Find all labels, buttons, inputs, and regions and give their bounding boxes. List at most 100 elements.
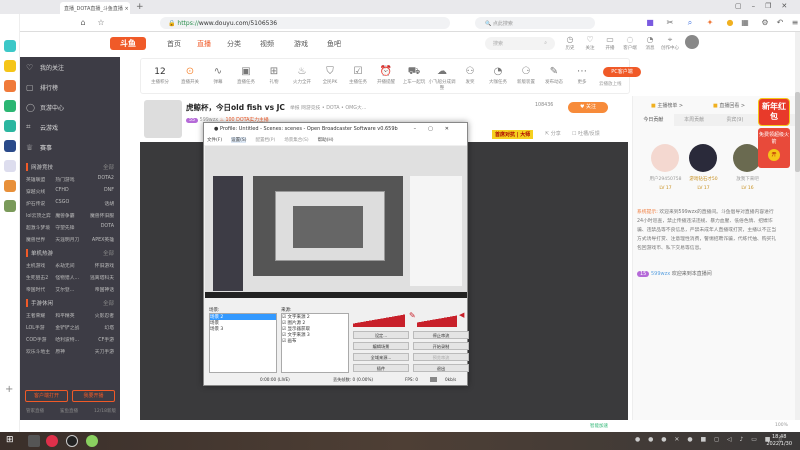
category-link[interactable]: 天涯明月刀 xyxy=(55,236,84,243)
footer-link[interactable]: 鲨鱼直播 xyxy=(60,408,78,414)
start-broadcast-button[interactable]: 我要开播 xyxy=(72,390,115,402)
favorites-icon[interactable] xyxy=(4,60,16,72)
system-tray[interactable]: ● ● ● ✕ ● ■ ◻ ◁ ♪ ▭ ■ ▯ xyxy=(635,436,785,443)
add-icon[interactable]: + xyxy=(5,384,13,395)
category-link[interactable]: 生死狙击2 xyxy=(26,274,55,281)
category-link[interactable]: 火影忍者 xyxy=(85,312,114,319)
zoom-level[interactable]: 100% xyxy=(775,423,788,428)
speaker-icon[interactable]: ◀ xyxy=(459,311,464,319)
feedback-button[interactable]: ☐ 吐槽/反馈 xyxy=(572,130,600,137)
category-link[interactable]: DOTA xyxy=(85,224,114,231)
category-link[interactable]: 魔兽世界 xyxy=(26,236,55,243)
clock[interactable]: 18:48 2022/1/30 xyxy=(766,434,792,448)
source-item[interactable]: ☑ 画布 xyxy=(282,338,348,344)
app-icon[interactable] xyxy=(4,140,16,152)
nav-live[interactable]: 直播 xyxy=(197,39,211,49)
nav-category[interactable]: 分类 xyxy=(227,39,241,49)
section-header[interactable]: 网游竞技 全部 xyxy=(26,163,114,171)
category-link[interactable]: 魔兽怀旧服 xyxy=(85,212,114,219)
category-link[interactable]: 艾尔登... xyxy=(55,286,84,293)
mic-icon[interactable]: ✎ xyxy=(409,311,416,320)
toolbar-item[interactable]: ⚆ 新版装置 xyxy=(511,65,541,85)
category-link[interactable]: 帝国神话 xyxy=(85,286,114,293)
client-button[interactable]: ◌ 客户端 xyxy=(620,35,640,51)
category-link[interactable]: 和平精英 xyxy=(55,312,84,319)
category-link[interactable]: 幻塔 xyxy=(85,324,114,331)
sidebar-item-events[interactable]: ♕ 赛事 xyxy=(26,137,114,157)
taskbar-app-icon[interactable] xyxy=(28,435,40,447)
apps-icon[interactable]: ▦ xyxy=(740,18,750,28)
category-link[interactable]: CSGO xyxy=(55,200,84,207)
fan-name[interactable]: 游戏钻石才50 xyxy=(681,176,726,182)
taskbar-app-icon[interactable] xyxy=(46,435,58,447)
undo-icon[interactable]: ↶ xyxy=(775,18,785,28)
toolbar-item[interactable]: ⋯ 更多 xyxy=(567,65,597,85)
star-icon[interactable]: ☆ xyxy=(96,18,106,28)
toolbar-item[interactable]: ⛉ 全民PK xyxy=(315,65,345,85)
tab-week[interactable]: 本周贡献 xyxy=(674,114,715,126)
obs-button[interactable]: 插件 xyxy=(353,364,409,372)
obs-button[interactable]: 预览串流 xyxy=(413,353,469,361)
category-link[interactable]: 王者荣耀 xyxy=(26,312,55,319)
page-scrollbar[interactable] xyxy=(795,32,800,422)
app-icon[interactable] xyxy=(4,160,16,172)
category-link[interactable]: 永劫无间 xyxy=(55,262,84,269)
category-link[interactable]: 哈利波特... xyxy=(55,336,84,343)
toolbar-item[interactable]: ⛟ 上车一起玩 xyxy=(399,65,429,85)
shield-icon[interactable]: ● xyxy=(725,18,735,28)
toolbar-item[interactable]: ⏰ 开播提醒 xyxy=(371,65,401,85)
zoom-icon[interactable]: ⌕ xyxy=(685,18,695,28)
menu-icon[interactable]: ≡ xyxy=(790,18,800,28)
obs-button[interactable]: 停止串流 xyxy=(413,331,469,339)
category-link[interactable]: 英雄联盟 xyxy=(26,176,55,183)
sidebar-item-ranking[interactable]: ▢ 排行榜 xyxy=(26,77,114,97)
obs-button[interactable]: 设定... xyxy=(353,331,409,339)
follow-button[interactable]: ♡ 关注 xyxy=(580,35,600,51)
obs-button[interactable]: 全域来源... xyxy=(353,353,409,361)
sidebar-item-cloud-games[interactable]: ⌗ 云游戏 xyxy=(26,117,114,137)
accelerate-toggle[interactable]: 智能加速 xyxy=(590,423,608,429)
game-app-icon[interactable] xyxy=(4,200,16,212)
category-link[interactable]: 怀旧游戏 xyxy=(85,262,114,269)
toolbar-item[interactable]: ∿ 弹幕 xyxy=(203,65,233,85)
category-link[interactable]: 炉石传说 xyxy=(26,200,55,207)
scene-item[interactable]: 场景 3 xyxy=(210,326,276,332)
obs-taskbar-icon[interactable] xyxy=(66,435,78,447)
toolbar-item[interactable]: ⊙ 直播开关 xyxy=(175,65,205,85)
menu-help[interactable]: 帮助(H) xyxy=(318,137,334,143)
category-link[interactable]: APEX英雄 xyxy=(85,236,114,243)
window-controls[interactable]: –▢✕ xyxy=(414,126,461,132)
settings-icon[interactable]: ⚙ xyxy=(760,18,770,28)
weibo-icon[interactable] xyxy=(4,80,16,92)
broadcast-button[interactable]: ▭ 开播 xyxy=(600,35,620,51)
scenes-list[interactable]: 场景 2 场景 场景 3 xyxy=(209,313,277,373)
cut-icon[interactable]: ✂ xyxy=(665,18,675,28)
red-packet-widget[interactable]: 新年红包 免费领超级火箭 开 xyxy=(758,98,790,176)
sidebar-app-icon[interactable] xyxy=(4,40,16,52)
category-link[interactable]: 守望先锋 xyxy=(55,224,84,231)
douyu-logo[interactable]: 斗鱼 xyxy=(110,37,146,50)
windows-start-icon[interactable]: ⊞ xyxy=(6,435,14,445)
footer-link[interactable]: 管家直播 xyxy=(26,408,44,414)
category-link[interactable]: 主机游戏 xyxy=(26,262,55,269)
game-icon[interactable]: ✦ xyxy=(705,18,715,28)
report-link[interactable]: 举报 xyxy=(290,106,300,111)
footer-link[interactable]: 12/18新版 xyxy=(94,408,116,414)
game-app-icon[interactable] xyxy=(4,180,16,192)
category-link[interactable]: 金铲铲之战 xyxy=(55,324,84,331)
user-avatar[interactable] xyxy=(685,35,699,49)
room-thumbnail[interactable] xyxy=(144,100,182,138)
obs-button[interactable]: 退出 xyxy=(413,364,469,372)
fan-name[interactable]: 放我下来吧 xyxy=(725,176,770,182)
menu-settings[interactable]: 设置(S) xyxy=(231,137,247,143)
nav-video[interactable]: 视频 xyxy=(260,39,274,49)
toolbar-item[interactable]: ◔ 大咖任务 xyxy=(483,65,513,85)
category-link[interactable]: COD手游 xyxy=(26,336,55,343)
category-link[interactable]: LOL手游 xyxy=(26,324,55,331)
toolbar-item[interactable]: ☑ 主播任务 xyxy=(343,65,373,85)
browser-search-input[interactable]: 🔍 点此搜索 xyxy=(475,17,595,29)
toolbar-item[interactable]: ♨ 火力全开 xyxy=(287,65,317,85)
messages-button[interactable]: ◔ 消息 xyxy=(640,35,660,51)
sidebar-item-webgames[interactable]: ◯ 页游中心 xyxy=(26,97,114,117)
pc-client-button[interactable]: PC客户端 xyxy=(603,67,641,77)
